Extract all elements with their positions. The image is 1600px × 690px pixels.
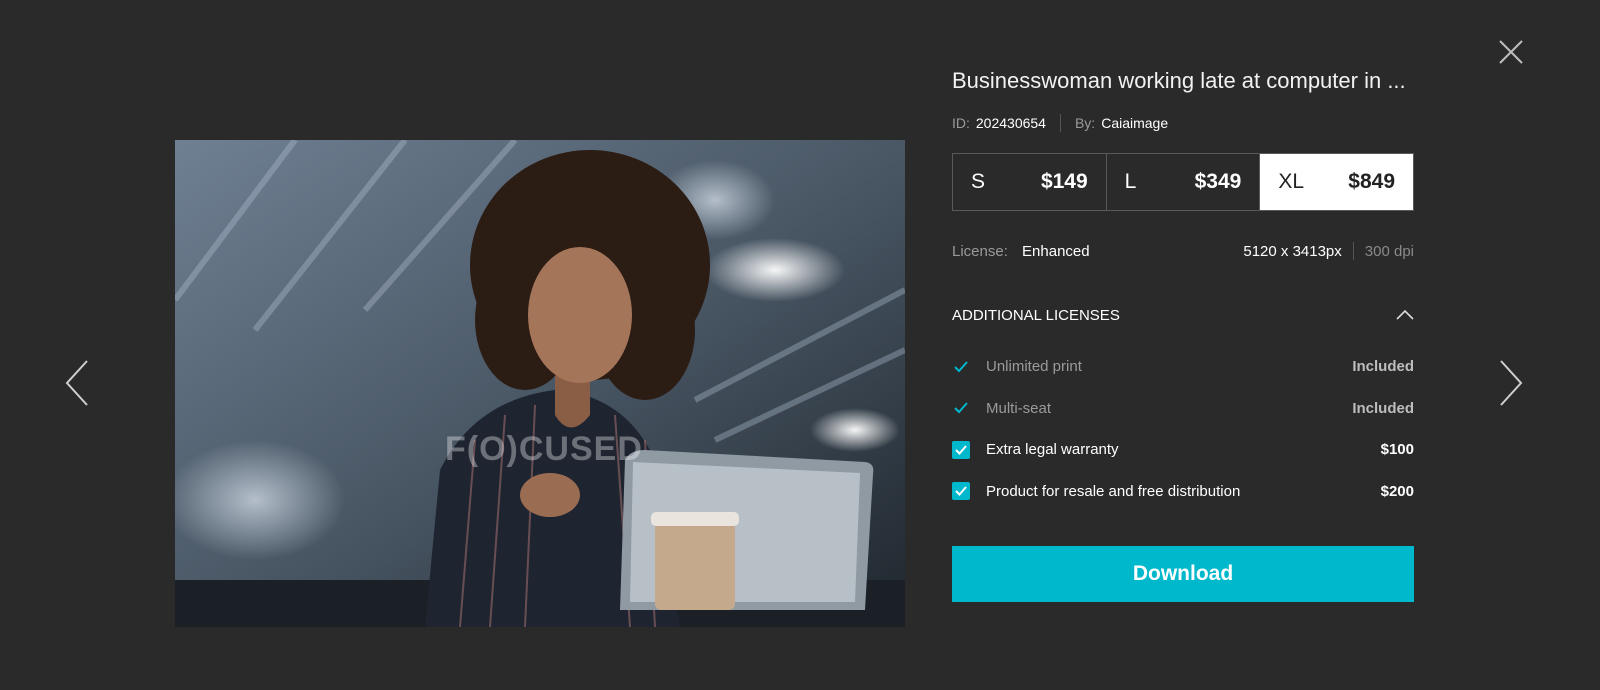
- check-icon: [952, 358, 970, 376]
- size-label: S: [971, 170, 986, 193]
- resale-distribution-checkbox[interactable]: [952, 482, 970, 501]
- chevron-up-icon: [1396, 310, 1414, 320]
- close-button[interactable]: [1497, 38, 1525, 66]
- size-selector: S $149 L $349 XL $849: [952, 153, 1414, 211]
- license-option-label: Unlimited print: [986, 358, 1082, 376]
- id-value: 202430654: [975, 115, 1046, 131]
- check-icon: [952, 399, 970, 417]
- license-info: License: Enhanced 5120 x 3413px 300 dpi: [952, 240, 1414, 262]
- license-option-value: $200: [1380, 482, 1414, 500]
- size-option-xl[interactable]: XL $849: [1259, 154, 1414, 210]
- image-dimensions: 5120 x 3413px: [1243, 242, 1342, 260]
- divider: [1059, 114, 1061, 132]
- chevron-left-icon: [65, 360, 88, 406]
- download-button[interactable]: Download: [952, 546, 1414, 602]
- size-price: $849: [1348, 170, 1396, 193]
- license-option: Product for resale and free distribution…: [952, 471, 1414, 513]
- watermark-text: F(O)CUSED: [445, 430, 643, 468]
- image-title: Businesswoman working late at computer i…: [952, 68, 1406, 93]
- additional-licenses-list: Unlimited print Included Multi-seat Incl…: [952, 346, 1414, 512]
- extra-legal-warranty-checkbox[interactable]: [952, 440, 970, 459]
- license-option-label: Product for resale and free distribution: [986, 482, 1241, 500]
- previous-image-button[interactable]: [63, 358, 93, 408]
- close-icon: [1499, 40, 1523, 64]
- photo-illustration: [175, 140, 905, 627]
- license-option-value: Included: [1352, 399, 1414, 417]
- license-label: License:: [952, 242, 1008, 260]
- license-option: Extra legal warranty $100: [952, 429, 1414, 471]
- image-dpi: 300 dpi: [1364, 242, 1414, 260]
- details-panel: Businesswoman working late at computer i…: [952, 66, 1414, 602]
- size-option-s[interactable]: S $149: [953, 154, 1106, 210]
- license-option-label: Extra legal warranty: [986, 441, 1119, 459]
- size-label: L: [1124, 170, 1137, 193]
- id-label: ID:: [952, 115, 970, 131]
- size-price: $149: [1040, 170, 1088, 193]
- chevron-right-icon: [1500, 360, 1523, 406]
- license-option-label: Multi-seat: [986, 399, 1052, 417]
- size-option-l[interactable]: L $349: [1105, 154, 1260, 210]
- license-value: Enhanced: [1022, 242, 1090, 260]
- license-option-value: Included: [1352, 358, 1414, 376]
- size-price: $349: [1194, 170, 1242, 193]
- author-label: By:: [1074, 115, 1096, 131]
- additional-licenses-toggle[interactable]: ADDITIONAL LICENSES: [952, 304, 1414, 326]
- size-label: XL: [1278, 170, 1305, 193]
- additional-licenses-heading: ADDITIONAL LICENSES: [952, 306, 1120, 324]
- next-image-button[interactable]: [1495, 358, 1525, 408]
- license-option-value: $100: [1380, 441, 1414, 459]
- preview-image: F(O)CUSED: [175, 140, 905, 627]
- divider: [1352, 242, 1354, 260]
- author-link[interactable]: Caiaimage: [1101, 115, 1168, 131]
- license-option: Multi-seat Included: [952, 388, 1414, 430]
- license-option: Unlimited print Included: [952, 346, 1414, 388]
- image-meta: ID: 202430654 By: Caiaimage: [952, 113, 1414, 133]
